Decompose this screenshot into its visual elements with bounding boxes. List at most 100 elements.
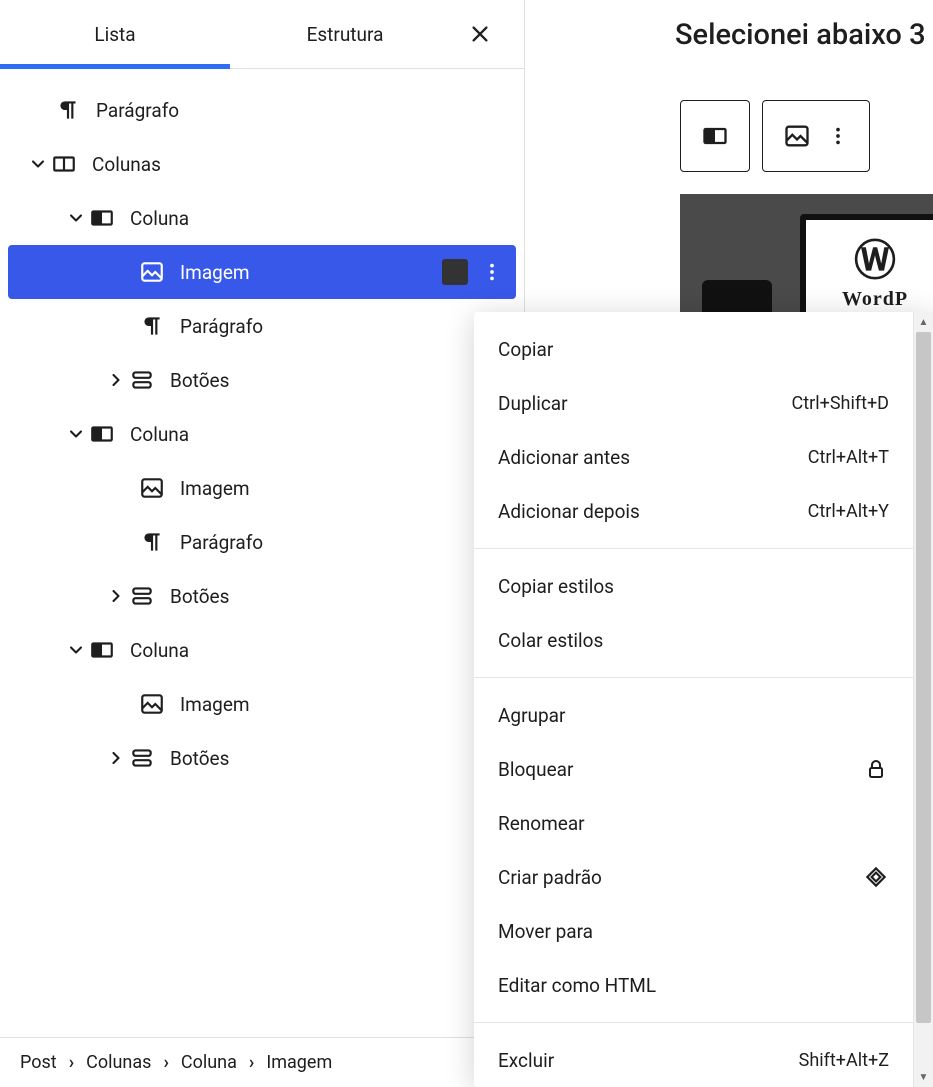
scroll-down-button[interactable]: ▼ [914,1067,933,1087]
image-icon [783,122,811,150]
menu-label: Duplicar [498,392,568,415]
column-icon [88,420,116,448]
close-icon [469,23,491,45]
menu-rename[interactable]: Renomear [474,796,913,850]
lock-icon [863,756,889,782]
menu-scrollbar[interactable]: ▲ ▼ [913,312,933,1087]
tree-label: Parágrafo [96,99,516,122]
sidebar-tabs: Lista Estrutura [0,0,524,69]
tree-label: Coluna [130,639,516,662]
chevron-right-icon[interactable] [104,746,128,770]
decorative-laptop: Ⓦ WordP [800,214,933,324]
breadcrumb-item[interactable]: Imagem [266,1052,332,1073]
menu-label: Excluir [498,1049,554,1072]
menu-create-pattern[interactable]: Criar padrão [474,850,913,904]
column-icon [88,636,116,664]
breadcrumb-item[interactable]: Coluna [181,1052,237,1073]
block-options-menu: Copiar DuplicarCtrl+Shift+D Adicionar an… [474,312,933,1087]
block-type-button[interactable] [680,100,750,172]
tree-item-column[interactable]: Coluna [8,191,516,245]
list-view-sidebar: Lista Estrutura Parágrafo Colunas Coluna… [0,0,525,1087]
chevron-right-icon[interactable] [104,584,128,608]
scroll-thumb[interactable] [916,332,931,1023]
buttons-icon [128,582,156,610]
tab-lista[interactable]: Lista [0,1,230,68]
editor-canvas: Selecionei abaixo 3 Ⓦ WordP [525,0,933,334]
menu-edit-html[interactable]: Editar como HTML [474,958,913,1012]
tree-label: Imagem [180,477,480,500]
menu-delete[interactable]: Excluir Shift+Alt+Z [474,1033,913,1087]
chevron-down-icon[interactable] [64,422,88,446]
tree-item-image-selected[interactable]: Imagem [8,245,516,299]
tree-item-columns[interactable]: Colunas [8,137,516,191]
menu-label: Editar como HTML [498,974,656,997]
tree-item-buttons[interactable]: Botões [8,731,516,785]
tree-item-paragraph[interactable]: Parágrafo [8,299,516,353]
menu-label: Agrupar [498,704,565,727]
tree-item-image[interactable]: Imagem [8,461,516,515]
tree-label: Botões [170,369,516,392]
scroll-up-button[interactable]: ▲ [914,312,933,332]
paragraph-icon [138,528,166,556]
tree-label: Parágrafo [180,315,516,338]
tree-item-paragraph[interactable]: Parágrafo [8,515,516,569]
menu-label: Adicionar depois [498,500,640,523]
tree-item-paragraph[interactable]: Parágrafo [8,83,516,137]
image-icon [138,258,166,286]
block-options-button[interactable] [478,258,506,286]
breadcrumb-item[interactable]: Post [20,1052,57,1073]
menu-add-before[interactable]: Adicionar antesCtrl+Alt+T [474,430,913,484]
column-icon [88,204,116,232]
image-thumbnail [442,259,468,285]
block-tree: Parágrafo Colunas Coluna Imagem Parágraf… [0,69,524,1037]
menu-label: Colar estilos [498,629,603,652]
menu-paste-styles[interactable]: Colar estilos [474,613,913,667]
menu-shortcut: Shift+Alt+Z [799,1050,889,1071]
columns-icon [50,150,78,178]
chevron-down-icon[interactable] [64,206,88,230]
column-icon [701,122,729,150]
tree-item-buttons[interactable]: Botões [8,353,516,407]
chevron-right-icon[interactable] [104,368,128,392]
image-icon [138,690,166,718]
tree-label: Imagem [180,693,480,716]
tree-label: Coluna [130,207,516,230]
chevron-down-icon[interactable] [64,638,88,662]
wordpress-text: WordP [842,288,908,311]
paragraph-icon [138,312,166,340]
chevron-right-icon: › [163,1052,168,1073]
tree-label: Imagem [180,261,442,284]
menu-copy[interactable]: Copiar [474,322,913,376]
tree-item-image[interactable]: Imagem [8,677,516,731]
close-sidebar-button[interactable] [466,20,494,48]
tab-estrutura[interactable]: Estrutura [230,1,460,68]
menu-duplicate[interactable]: DuplicarCtrl+Shift+D [474,376,913,430]
block-image-tools[interactable] [762,100,870,172]
page-title[interactable]: Selecionei abaixo 3 [525,18,933,52]
tree-item-buttons[interactable]: Botões [8,569,516,623]
menu-group[interactable]: Agrupar [474,688,913,742]
tree-item-column[interactable]: Coluna [8,623,516,677]
buttons-icon [128,366,156,394]
chevron-right-icon: › [249,1052,254,1073]
pattern-icon [863,864,889,890]
chevron-right-icon: › [69,1052,74,1073]
more-icon [827,125,849,147]
tree-item-column[interactable]: Coluna [8,407,516,461]
menu-copy-styles[interactable]: Copiar estilos [474,559,913,613]
menu-label: Copiar [498,338,553,361]
menu-move-to[interactable]: Mover para [474,904,913,958]
menu-label: Copiar estilos [498,575,614,598]
tree-label: Colunas [92,153,516,176]
breadcrumb: Post › Colunas › Coluna › Imagem [0,1037,524,1087]
menu-add-after[interactable]: Adicionar depoisCtrl+Alt+Y [474,484,913,538]
menu-label: Mover para [498,920,593,943]
menu-label: Criar padrão [498,866,602,889]
menu-label: Renomear [498,812,585,835]
chevron-down-icon[interactable] [26,152,50,176]
tree-label: Botões [170,747,516,770]
block-toolbar [525,100,933,172]
menu-lock[interactable]: Bloquear [474,742,913,796]
breadcrumb-item[interactable]: Colunas [86,1052,151,1073]
scroll-track[interactable] [916,332,931,1067]
